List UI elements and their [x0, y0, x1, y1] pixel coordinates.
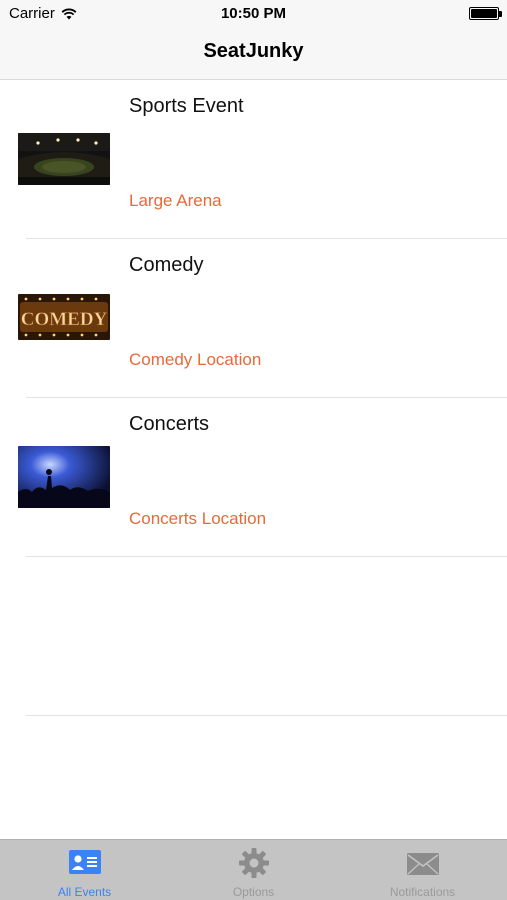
- tab-label: Options: [232, 885, 275, 899]
- gear-icon: [238, 848, 269, 878]
- event-title: Concerts: [129, 413, 210, 435]
- event-row-sports[interactable]: Sports Event Large Arena: [0, 80, 507, 239]
- tab-all-events[interactable]: All Events: [0, 840, 169, 900]
- page-title: SeatJunky: [203, 40, 304, 62]
- status-bar: Carrier 10:50 PM: [0, 0, 507, 28]
- event-title: Comedy: [129, 254, 204, 276]
- contact-card-icon: [68, 850, 101, 874]
- event-row-comedy[interactable]: COMEDY Comedy Comedy Location: [0, 239, 507, 398]
- tab-label: Notifications: [389, 885, 456, 899]
- envelope-icon: [406, 853, 439, 875]
- navigation-bar: Carrier 10:50 PM SeatJunky: [0, 0, 507, 80]
- tab-bar: All Events Options Notifications: [0, 839, 507, 900]
- tab-notifications[interactable]: Notifications: [338, 840, 507, 900]
- event-location: Comedy Location: [129, 350, 262, 369]
- battery-icon: [469, 7, 502, 20]
- tab-label: All Events: [57, 885, 112, 899]
- row-divider: [26, 715, 507, 716]
- empty-table-row: [0, 557, 507, 716]
- stadium-image: [18, 133, 110, 185]
- event-row-concerts[interactable]: Concerts Concerts Location: [0, 398, 507, 557]
- events-table: Sports Event Large Arena COMEDY Comedy C…: [0, 80, 507, 716]
- concert-crowd-image: [18, 446, 110, 508]
- event-title: Sports Event: [129, 95, 244, 117]
- event-location: Large Arena: [129, 191, 222, 210]
- event-location: Concerts Location: [129, 509, 267, 528]
- status-time: 10:50 PM: [220, 5, 287, 22]
- comedy-sign-image: COMEDY: [18, 294, 110, 340]
- svg-text:COMEDY: COMEDY: [21, 309, 108, 330]
- tab-options[interactable]: Options: [169, 840, 338, 900]
